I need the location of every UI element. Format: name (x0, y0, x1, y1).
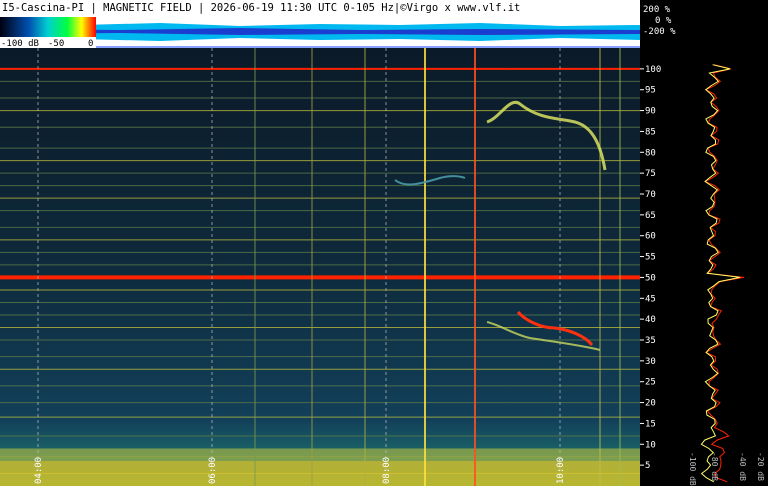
y-tick-label: 20 (645, 399, 656, 409)
y-tick-label: 70 (645, 190, 656, 200)
amplitude-label-mid: 0 % (655, 16, 672, 26)
x-tick-label: 06:00 (208, 457, 218, 484)
y-tick-label: 95 (645, 86, 656, 96)
colorbar-label-min: -100 dB (1, 39, 39, 49)
y-tick-label: 35 (645, 336, 656, 346)
y-tick-label: 65 (645, 211, 656, 221)
y-tick-label: 90 (645, 107, 656, 117)
side-x-tick-label: -80 dB (710, 452, 719, 481)
y-tick-label: 75 (645, 169, 656, 179)
amplitude-label-top: 200 % (643, 5, 671, 15)
amplitude-label-bot: -200 % (643, 27, 676, 37)
y-tick-label: 50 (645, 273, 656, 283)
spectrogram-screen: I5-Cascina-PI | MAGNETIC FIELD | 2026-06… (0, 0, 768, 486)
y-tick-label: 15 (645, 419, 656, 429)
colorbar (0, 17, 96, 37)
spectrogram-chart: -100 dB -50 0 200 % 0 % -200 % 5 10 15 20 25… (0, 5, 768, 486)
side-x-tick-label: -100 dB (688, 452, 697, 486)
x-tick-label: 04:00 (34, 457, 44, 484)
colorbar-label-max: 0 (88, 39, 93, 49)
x-tick-label: 08:00 (382, 457, 392, 484)
y-tick-label: 5 (645, 461, 650, 471)
y-tick-label: 30 (645, 357, 656, 367)
y-tick-label: 25 (645, 378, 656, 388)
side-spectrum-bg (676, 48, 768, 486)
y-tick-label: 85 (645, 127, 656, 137)
y-tick-label: 55 (645, 253, 656, 263)
y-tick-label: 10 (645, 440, 656, 450)
colorbar-label-mid: -50 (48, 39, 64, 49)
x-tick-label: 10:00 (556, 457, 566, 484)
side-x-tick-label: -40 dB (738, 452, 747, 481)
y-tick-label: 45 (645, 294, 656, 304)
y-tick-label: 60 (645, 232, 656, 242)
side-x-tick-label: -20 dB (756, 452, 765, 481)
low-frequency-noise-core (0, 460, 640, 486)
y-tick-label: 80 (645, 148, 656, 158)
y-tick-label: 100 (645, 65, 661, 75)
y-tick-label: 40 (645, 315, 656, 325)
spectrogram-area (0, 48, 640, 486)
